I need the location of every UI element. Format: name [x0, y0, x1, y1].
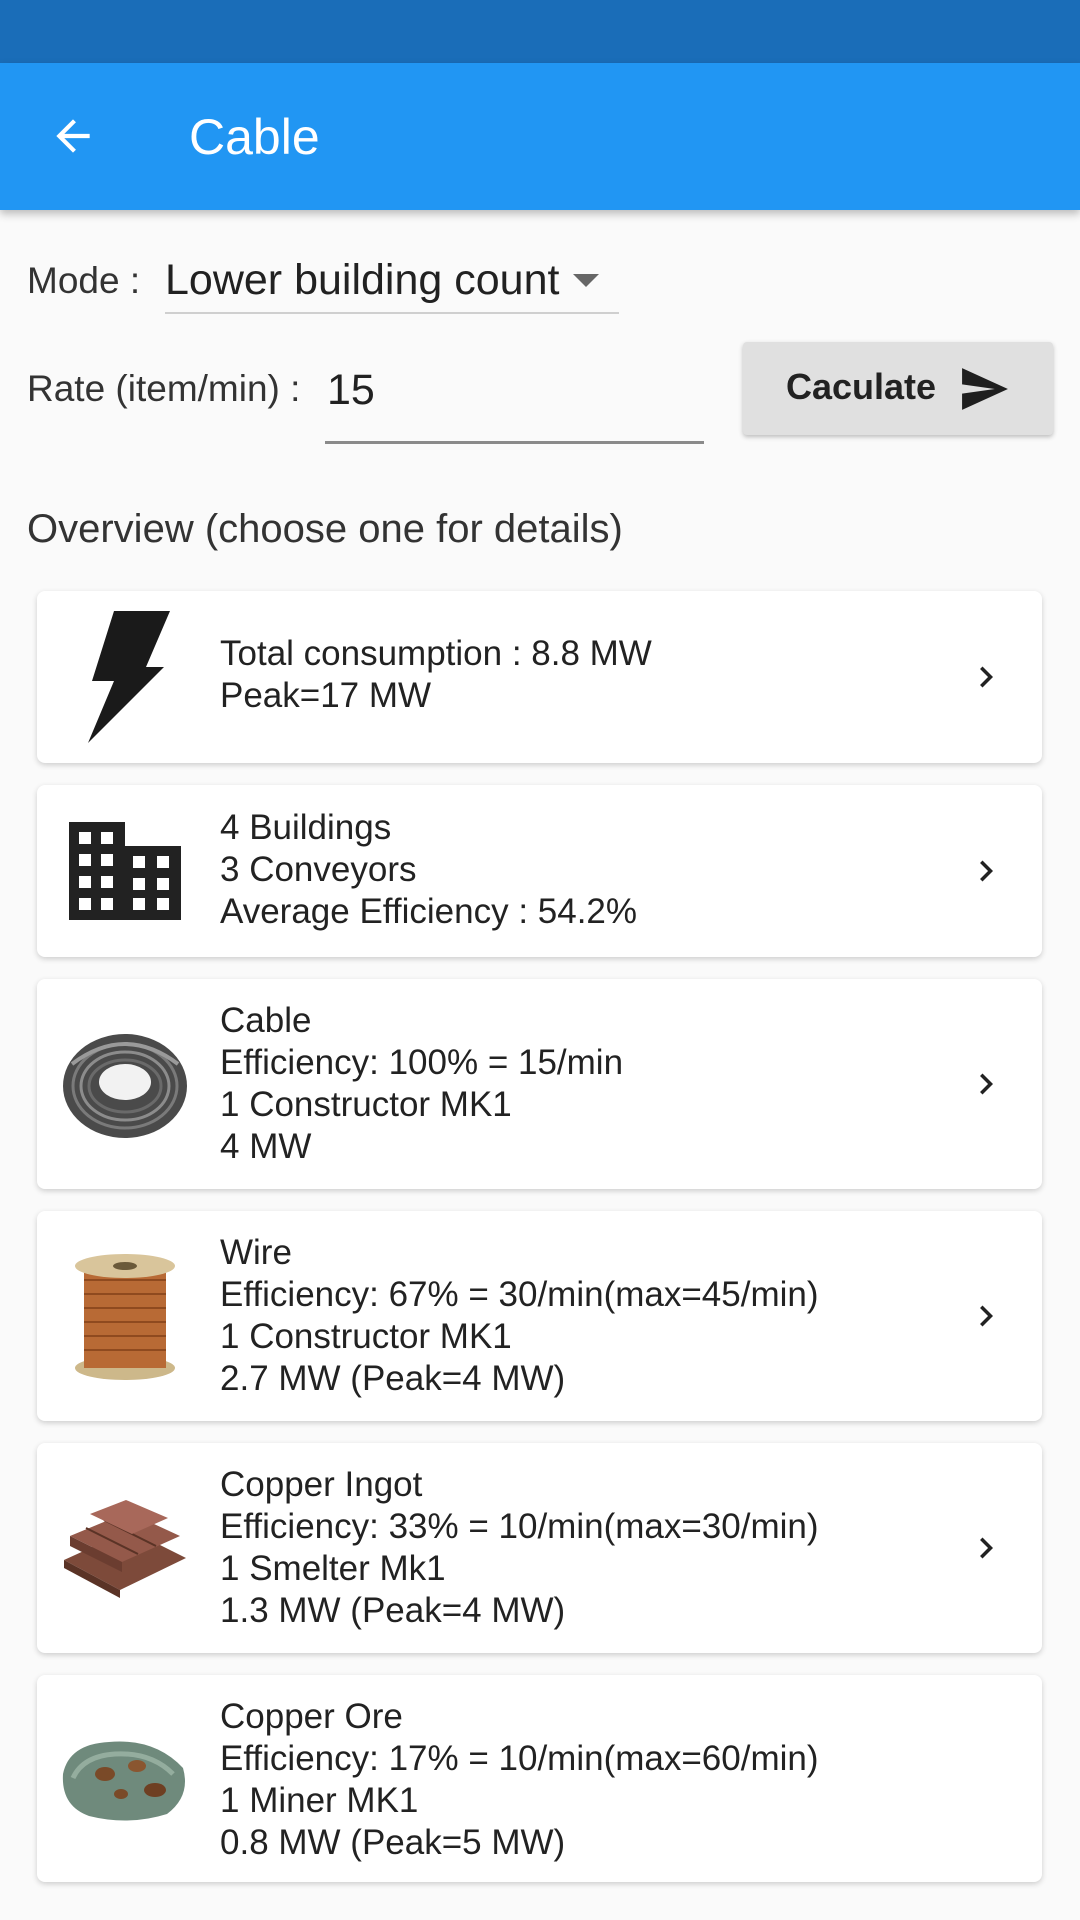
card-line: 4 Buildings: [220, 808, 392, 847]
mode-label: Mode :: [27, 260, 141, 301]
cable-coil-icon: [59, 1018, 191, 1150]
rate-label: Rate (item/min) :: [27, 368, 301, 409]
card-line: Cable: [220, 1001, 312, 1040]
card-copper-ore[interactable]: Copper Ore Efficiency: 17% = 10/min(max=…: [37, 1675, 1042, 1882]
card-line: 1 Miner MK1: [220, 1781, 419, 1820]
copper-ore-icon: [59, 1713, 191, 1845]
send-icon: [962, 368, 1008, 410]
card-line: 4 MW: [220, 1127, 312, 1166]
card-cable[interactable]: Cable Efficiency: 100% = 15/min 1 Constr…: [37, 979, 1042, 1189]
chevron-right-icon: [980, 860, 993, 882]
page-title: Cable: [189, 109, 320, 165]
card-line: Efficiency: 67% = 30/min(max=45/min): [220, 1275, 819, 1314]
chevron-right-icon: [980, 666, 993, 688]
card-line: 1.3 MW (Peak=4 MW): [220, 1591, 566, 1630]
lightning-icon: [59, 611, 191, 743]
building-icon: [59, 805, 191, 937]
card-copper-ingot[interactable]: Copper Ingot Efficiency: 33% = 10/min(ma…: [37, 1443, 1042, 1653]
dropdown-arrow-icon: [573, 274, 599, 287]
status-bar: [0, 0, 1080, 63]
mode-selected-value: Lower building count: [165, 256, 560, 304]
card-power-consumption[interactable]: Total consumption : 8.8 MW Peak=17 MW: [37, 591, 1042, 763]
copper-ingot-icon: [59, 1482, 191, 1614]
card-line: 1 Smelter Mk1: [220, 1549, 446, 1588]
card-line: Efficiency: 33% = 10/min(max=30/min): [220, 1507, 819, 1546]
card-wire[interactable]: Wire Efficiency: 67% = 30/min(max=45/min…: [37, 1211, 1042, 1421]
rate-input-value: 15: [327, 366, 375, 414]
card-line: Wire: [220, 1233, 292, 1272]
card-line: Peak=17 MW: [220, 676, 432, 715]
card-line: Copper Ingot: [220, 1465, 423, 1504]
card-line: Average Efficiency : 54.2%: [220, 892, 638, 931]
rate-input[interactable]: 15: [325, 352, 704, 444]
card-line: 3 Conveyors: [220, 850, 417, 889]
card-line: 0.8 MW (Peak=5 MW): [220, 1823, 566, 1862]
card-line: Efficiency: 100% = 15/min: [220, 1043, 624, 1082]
card-line: Copper Ore: [220, 1697, 403, 1736]
calculate-button[interactable]: Caculate: [743, 342, 1053, 435]
back-button[interactable]: [38, 101, 108, 171]
card-line: 2.7 MW (Peak=4 MW): [220, 1359, 566, 1398]
overview-title: Overview (choose one for details): [27, 507, 623, 551]
chevron-right-icon: [980, 1537, 993, 1559]
chevron-right-icon: [980, 1073, 993, 1095]
app-bar: Cable: [0, 63, 1080, 210]
card-line: 1 Constructor MK1: [220, 1085, 512, 1124]
mode-dropdown[interactable]: Lower building count: [165, 252, 619, 314]
card-line: 1 Constructor MK1: [220, 1317, 512, 1356]
calculate-button-label: Caculate: [786, 366, 937, 407]
chevron-right-icon: [980, 1305, 993, 1327]
card-buildings[interactable]: 4 Buildings 3 Conveyors Average Efficien…: [37, 785, 1042, 957]
arrow-back-icon: [56, 119, 90, 153]
card-line: Efficiency: 17% = 10/min(max=60/min): [220, 1739, 819, 1778]
wire-spool-icon: [59, 1250, 191, 1382]
card-line: Total consumption : 8.8 MW: [220, 634, 652, 673]
